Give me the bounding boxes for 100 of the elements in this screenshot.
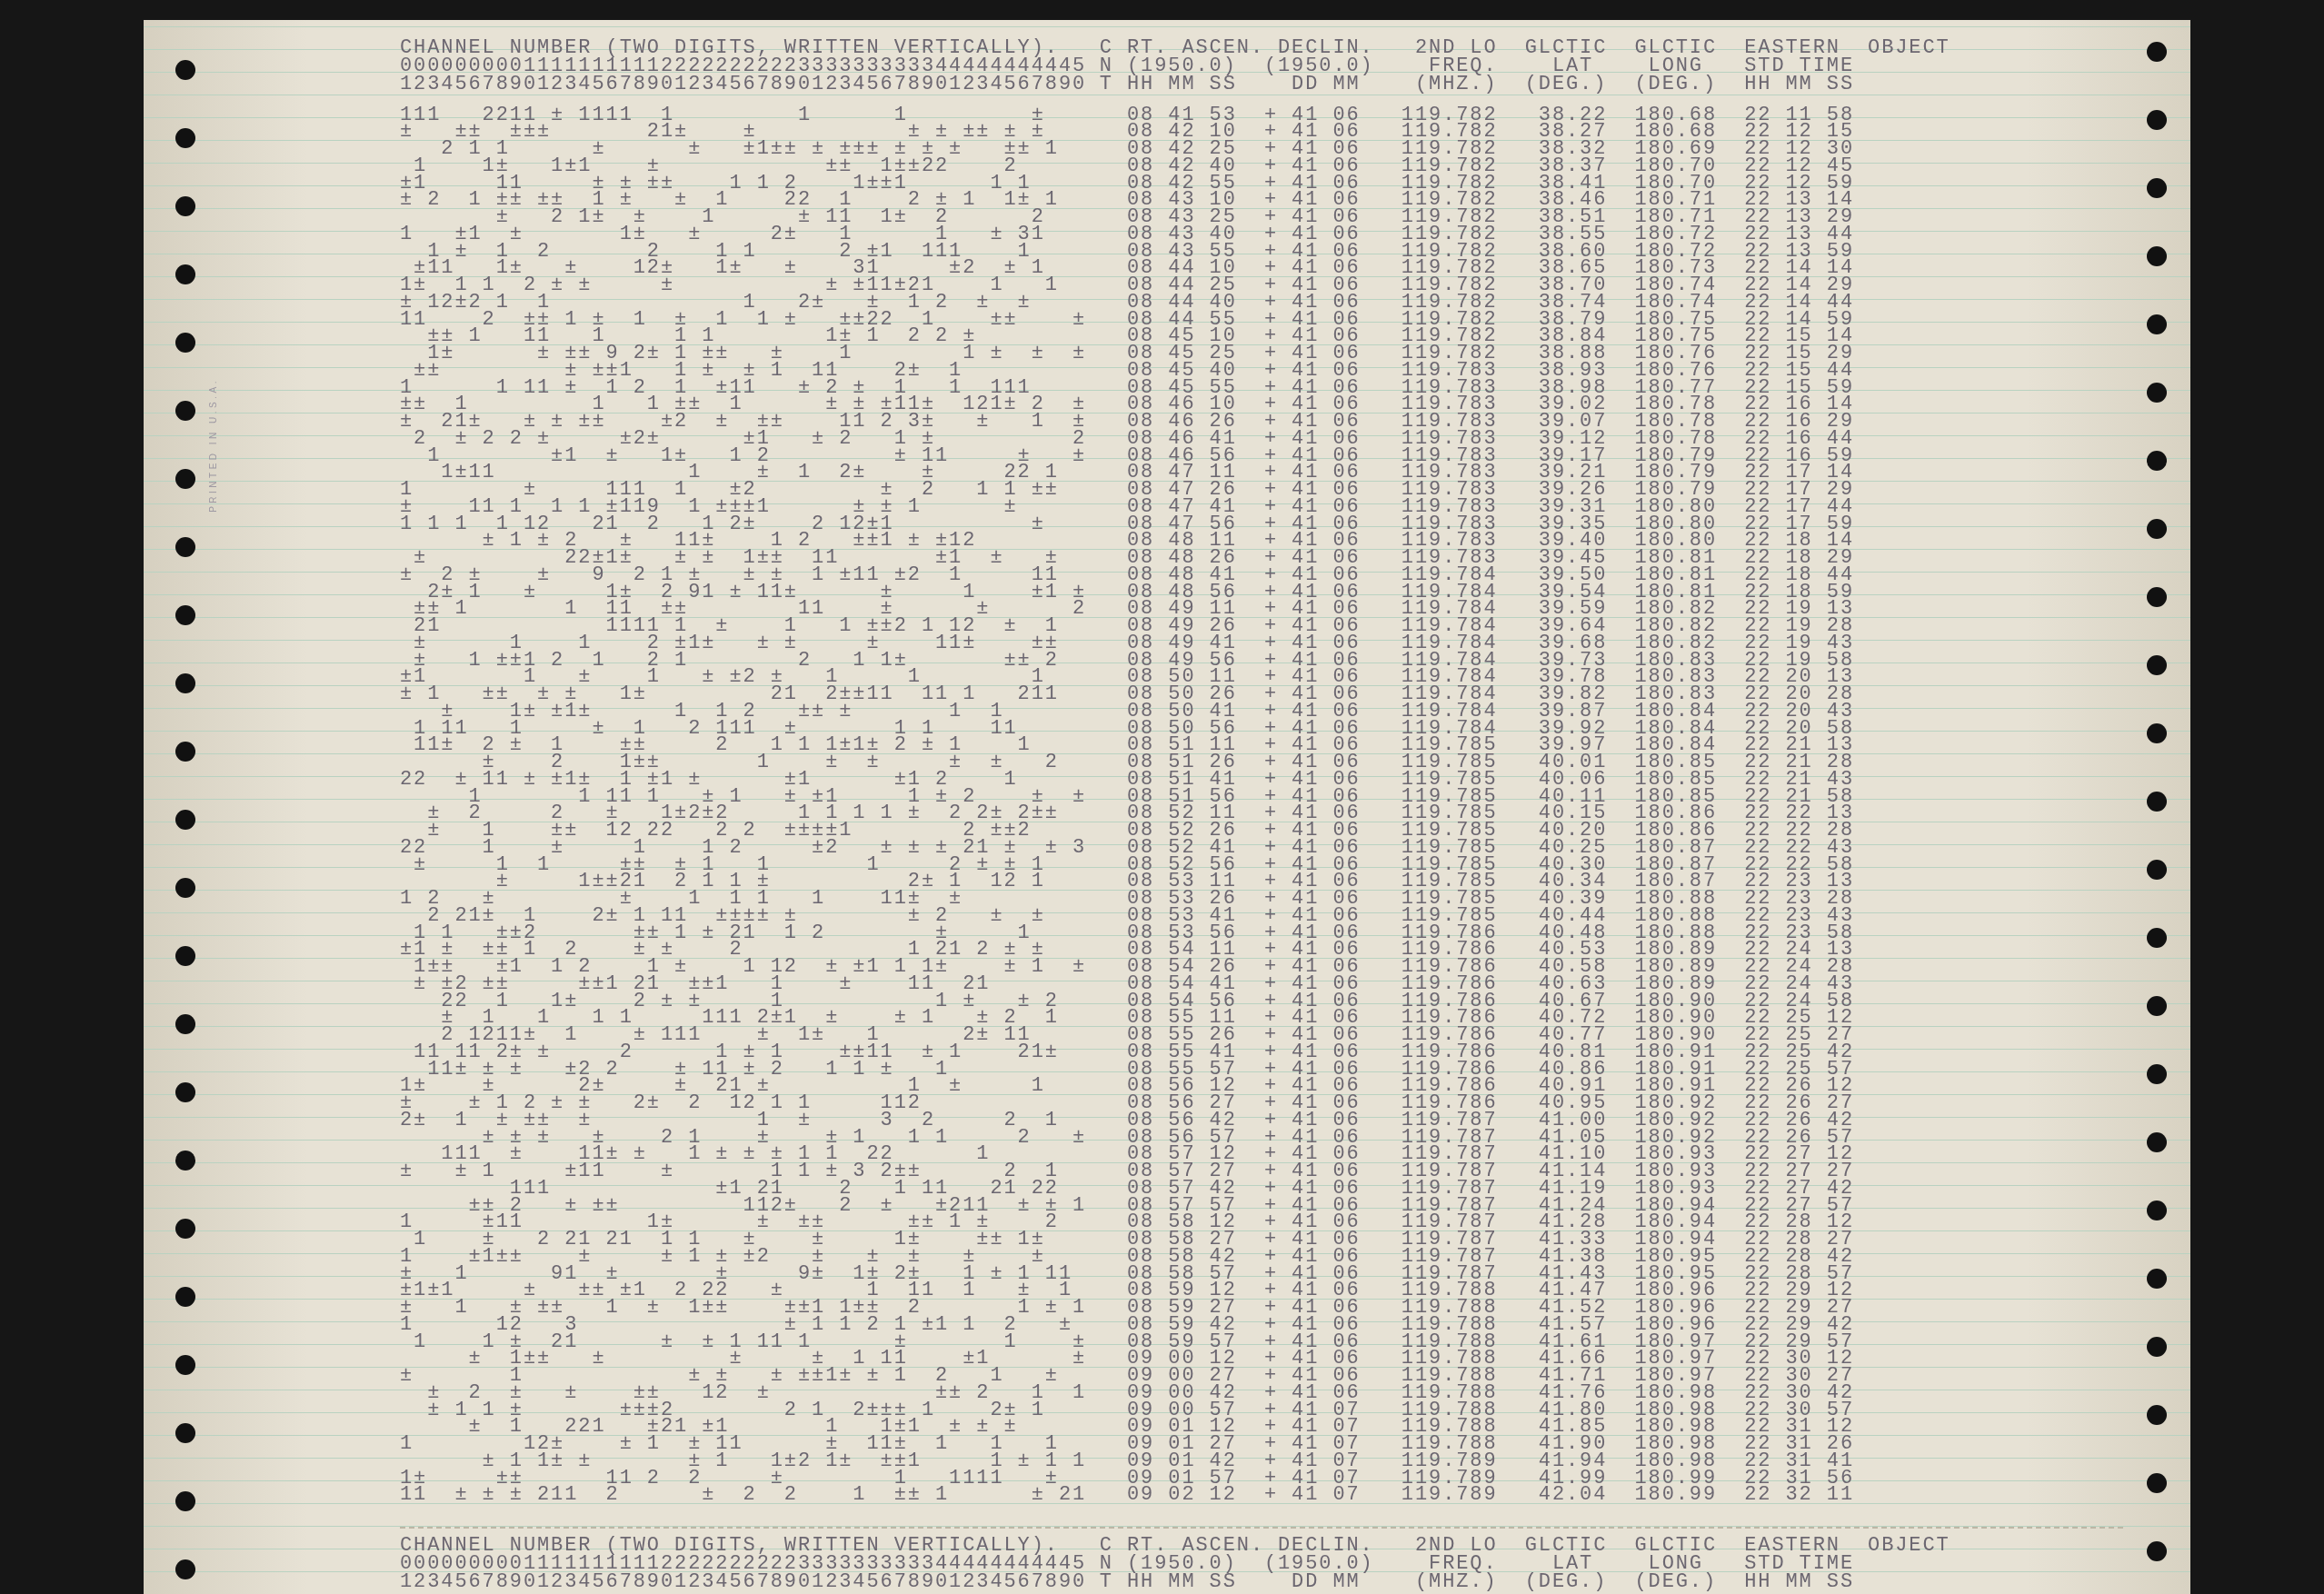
frequency-value: 119.784 xyxy=(1401,702,1498,721)
punch-hole-icon xyxy=(2147,1269,2167,1289)
time-value: 22 15 29 xyxy=(1744,345,1854,363)
right-ascension-value: 09 00 42 xyxy=(1126,1384,1237,1402)
right-ascension-value: 08 47 41 xyxy=(1126,498,1237,516)
channel-readings: ± 1± ±1± 1 1 2 ±± ± 1 1 xyxy=(440,702,1004,721)
punch-hole-icon xyxy=(175,1287,195,1307)
frequency-value: 119.784 xyxy=(1401,686,1498,703)
frequency-value: 119.787 xyxy=(1401,1163,1498,1181)
column-heading: LONG xyxy=(1648,57,1703,75)
channel-readings: 1 2 ± ± 1 1 1 1 11± ± xyxy=(400,891,963,908)
punch-hole-icon xyxy=(2147,519,2167,539)
channel-readings: ± 2 1±± 1 ± ± ± ± 2 xyxy=(481,754,1059,772)
column-heading: (DEG.) xyxy=(1634,1573,1718,1592)
column-heading: EASTERN xyxy=(1744,39,1840,57)
column-heading: GLCTIC xyxy=(1634,39,1718,57)
time-value: 22 30 42 xyxy=(1744,1384,1854,1402)
galactic-latitude-value: 38.37 xyxy=(1538,157,1608,175)
galactic-latitude-value: 40.39 xyxy=(1538,891,1608,908)
time-value: 22 21 28 xyxy=(1744,754,1854,772)
punch-hole-icon xyxy=(175,1559,195,1579)
right-ascension-value: 08 49 26 xyxy=(1126,618,1237,635)
time-value: 22 24 43 xyxy=(1744,975,1854,993)
galactic-latitude-value: 41.57 xyxy=(1538,1316,1608,1334)
channel-readings: ± 1 ± ±± 1 ± 1±± ±±1 1±± 2 1 ± 1 xyxy=(400,1300,1087,1317)
right-ascension-value: 08 53 26 xyxy=(1126,891,1237,908)
frequency-value: 119.789 xyxy=(1401,1487,1498,1505)
galactic-longitude-value: 180.99 xyxy=(1634,1487,1718,1505)
column-heading: (MHZ.) xyxy=(1414,1573,1498,1592)
time-value: 22 15 44 xyxy=(1744,362,1854,380)
channel-readings: 2 ± 2 2 ± ±2± ±1 ± 2 1 ± 2 xyxy=(413,430,1087,448)
galactic-longitude-value: 180.95 xyxy=(1634,1248,1718,1266)
time-value: 22 21 43 xyxy=(1744,771,1854,789)
time-value: 22 22 28 xyxy=(1744,822,1854,840)
channel-readings: 11 11 2± ± 2 1 ± 1 ±±11 ± 1 21± xyxy=(413,1043,1059,1061)
galactic-latitude-value: 39.45 xyxy=(1538,550,1608,567)
channel-readings: ± 2 ± ± ±± 12 ± ±± 2 1 1 xyxy=(426,1384,1087,1402)
frequency-value: 119.789 xyxy=(1401,1452,1498,1470)
right-ascension-value: 09 02 12 xyxy=(1126,1487,1237,1505)
channel-readings: 22 1 ± 1 1 2 ±2 ± ± ± 21 ± ± 3 xyxy=(400,839,1087,857)
galactic-latitude-value: 39.31 xyxy=(1538,498,1608,516)
column-heading: STD TIME xyxy=(1744,57,1854,75)
frequency-value: 119.783 xyxy=(1401,362,1498,380)
time-value: 22 18 44 xyxy=(1744,566,1854,584)
time-value: 22 18 29 xyxy=(1744,550,1854,567)
frequency-value: 119.782 xyxy=(1401,209,1498,226)
frequency-value: 119.788 xyxy=(1401,1300,1498,1317)
galactic-longitude-value: 180.81 xyxy=(1634,566,1718,584)
column-heading: (MHZ.) xyxy=(1414,75,1498,94)
galactic-latitude-value: 39.26 xyxy=(1538,482,1608,499)
time-value: 22 29 42 xyxy=(1744,1316,1854,1334)
column-heading: 00000000011111111112222222222333333333344444444445 xyxy=(400,57,1087,75)
punch-hole-icon xyxy=(2147,1337,2167,1357)
column-heading: OBJECT xyxy=(1868,1537,1950,1556)
time-value: 22 13 29 xyxy=(1744,209,1854,226)
time-value: 22 22 43 xyxy=(1744,839,1854,857)
galactic-latitude-value: 40.25 xyxy=(1538,839,1608,857)
declination-value: + 41 06 xyxy=(1263,1095,1361,1112)
frequency-value: 119.785 xyxy=(1401,839,1498,857)
column-heading: DD MM xyxy=(1292,75,1361,94)
galactic-latitude-value: 38.55 xyxy=(1538,225,1608,244)
column-heading: (1950.0) xyxy=(1126,1555,1237,1574)
galactic-longitude-value: 180.93 xyxy=(1634,1163,1718,1181)
right-ascension-value: 08 59 42 xyxy=(1126,1316,1237,1334)
declination-value: + 41 06 xyxy=(1263,771,1361,789)
punch-hole-icon xyxy=(175,946,195,966)
galactic-latitude-value: 41.71 xyxy=(1538,1368,1608,1385)
galactic-longitude-value: 180.89 xyxy=(1634,975,1718,993)
galactic-longitude-value: 180.82 xyxy=(1634,618,1718,635)
galactic-longitude-value: 180.74 xyxy=(1634,294,1718,312)
declination-value: + 41 06 xyxy=(1263,702,1361,721)
galactic-latitude-value: 40.06 xyxy=(1538,771,1608,789)
right-ascension-value: 08 52 26 xyxy=(1126,822,1237,840)
galactic-latitude-value: 39.64 xyxy=(1538,618,1608,635)
time-value: 22 12 30 xyxy=(1744,141,1854,158)
declination-value: + 41 06 xyxy=(1263,141,1361,158)
punch-hole-icon xyxy=(175,1355,195,1375)
column-heading: (1950.0) xyxy=(1126,57,1237,75)
time-value: 22 16 44 xyxy=(1744,430,1854,448)
punch-hole-icon xyxy=(175,1219,195,1239)
channel-readings: 1 ± 2 21 21 1 1 ± ± 1± ±± 1± xyxy=(413,1231,1045,1249)
galactic-latitude-value: 41.00 xyxy=(1538,1111,1608,1130)
channel-readings: ± 2 1± ± 1 ± 11 1± 2 2 xyxy=(494,209,1045,226)
right-ascension-value: 08 45 25 xyxy=(1126,345,1237,363)
galactic-longitude-value: 180.92 xyxy=(1634,1095,1718,1112)
frequency-value: 119.786 xyxy=(1401,1027,1498,1044)
right-ascension-value: 08 48 41 xyxy=(1126,566,1237,584)
declination-value: + 41 06 xyxy=(1263,1163,1361,1181)
right-ascension-value: 08 50 41 xyxy=(1126,702,1237,721)
declination-value: + 41 06 xyxy=(1263,566,1361,584)
galactic-latitude-value: 40.81 xyxy=(1538,1043,1608,1061)
punch-hole-icon xyxy=(2147,928,2167,948)
declination-value: + 41 06 xyxy=(1263,209,1361,226)
frequency-value: 119.785 xyxy=(1401,822,1498,840)
column-heading: C xyxy=(1099,39,1113,57)
galactic-longitude-value: 180.82 xyxy=(1634,634,1718,653)
frequency-value: 119.786 xyxy=(1401,975,1498,993)
galactic-longitude-value: 180.80 xyxy=(1634,498,1718,516)
column-heading: 00000000011111111112222222222333333333344444444445 xyxy=(400,1555,1087,1574)
galactic-longitude-value: 180.79 xyxy=(1634,482,1718,499)
